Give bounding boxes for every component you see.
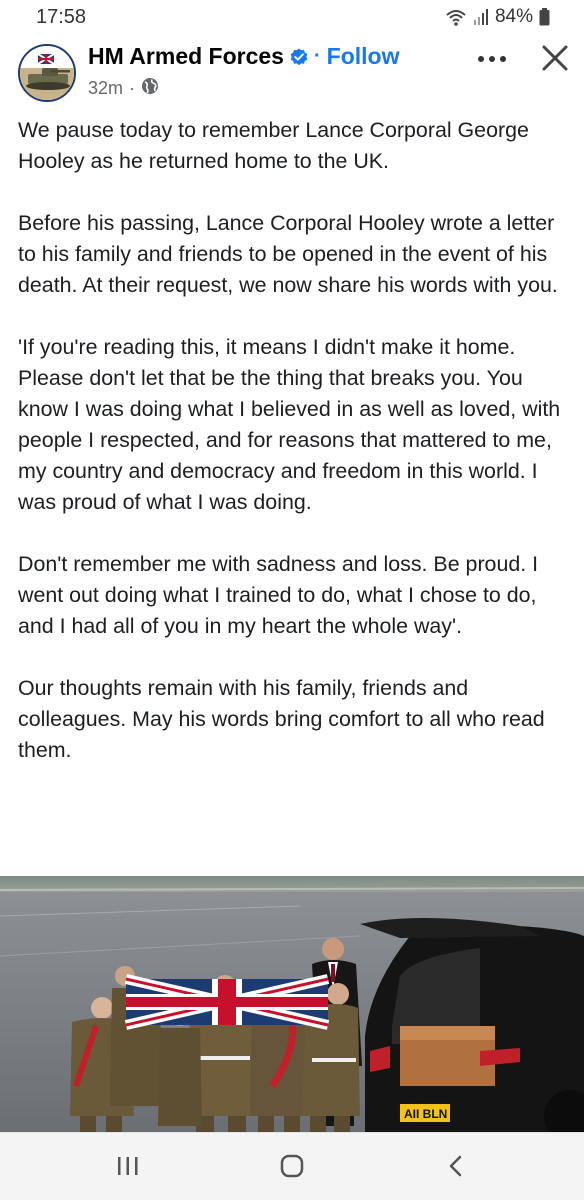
post-photo[interactable]: AII BLN bbox=[0, 876, 584, 1132]
post-paragraph: Our thoughts remain with his family, fri… bbox=[18, 676, 545, 762]
post-timestamp[interactable]: 32m bbox=[88, 78, 123, 99]
post-meta: 32m · bbox=[88, 77, 159, 100]
status-icons: 84% bbox=[445, 6, 550, 28]
signal-icon bbox=[473, 8, 489, 26]
close-icon[interactable] bbox=[541, 44, 569, 72]
page-name[interactable]: HM Armed Forces bbox=[88, 43, 284, 70]
status-bar: 17:58 84% bbox=[0, 0, 584, 34]
verified-badge-icon bbox=[290, 48, 308, 66]
status-time: 17:58 bbox=[36, 6, 87, 28]
battery-percent: 84% bbox=[494, 6, 533, 27]
system-nav-bar bbox=[0, 1132, 584, 1200]
avatar[interactable] bbox=[18, 44, 76, 102]
post-paragraph: Don't remember me with sadness and loss.… bbox=[18, 552, 539, 638]
home-icon[interactable] bbox=[272, 1153, 312, 1181]
wifi-icon bbox=[445, 8, 467, 26]
meta-separator: · bbox=[129, 78, 136, 98]
battery-icon bbox=[539, 8, 550, 26]
follow-separator: · bbox=[313, 45, 321, 67]
recent-apps-icon[interactable] bbox=[108, 1153, 148, 1181]
post-body: We pause today to remember Lance Corpora… bbox=[18, 115, 574, 766]
page-name-row: HM Armed Forces · Follow bbox=[88, 43, 399, 70]
flag-draped-coffin bbox=[124, 974, 330, 1030]
post-paragraph: We pause today to remember Lance Corpora… bbox=[18, 118, 529, 173]
more-options-icon[interactable] bbox=[475, 52, 509, 66]
post-header: HM Armed Forces · Follow 32m · bbox=[0, 38, 584, 108]
globe-icon bbox=[141, 77, 159, 100]
post-paragraph: 'If you're reading this, it means I didn… bbox=[18, 335, 561, 514]
license-plate: AII BLN bbox=[404, 1107, 447, 1121]
post-paragraph: Before his passing, Lance Corporal Hoole… bbox=[18, 211, 558, 297]
follow-button[interactable]: Follow bbox=[327, 43, 400, 70]
back-icon[interactable] bbox=[436, 1153, 476, 1181]
